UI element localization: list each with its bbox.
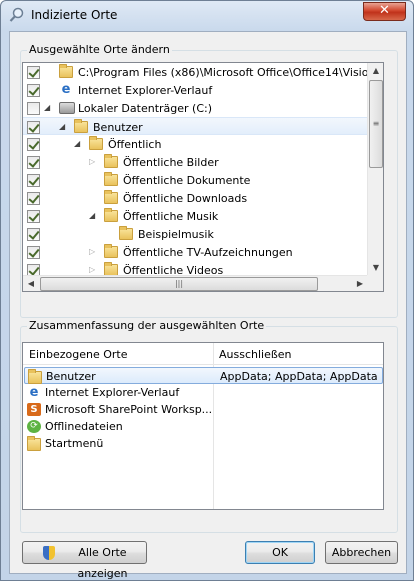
tree-row[interactable]: ▷ Öffentliche Bilder <box>23 153 368 171</box>
vertical-scroll-thumb[interactable]: ≡ <box>369 80 383 168</box>
included-location-name: Benutzer <box>46 370 96 383</box>
tree-row-label: Öffentlich <box>108 138 162 151</box>
folder-icon <box>104 208 118 222</box>
sharepoint-icon: S <box>27 403 41 416</box>
tree-row-label: Öffentliche Dokumente <box>123 174 251 187</box>
search-icon <box>9 7 24 22</box>
tree-row[interactable]: C:\Program Files (x86)\Microsoft Office\… <box>23 63 368 81</box>
column-header-included[interactable]: Einbezogene Orte <box>29 348 127 361</box>
folder-icon <box>104 154 118 168</box>
tree-row[interactable]: ◢ Lokaler Datenträger (C:) <box>23 99 368 117</box>
checkbox[interactable] <box>27 210 40 223</box>
tree-row-label: Öffentliche Musik <box>123 210 219 223</box>
tree-row-label: C:\Program Files (x86)\Microsoft Office\… <box>78 66 368 79</box>
collapse-arrow-icon[interactable]: ◢ <box>89 210 99 222</box>
expand-arrow-icon[interactable]: ▷ <box>89 246 99 258</box>
list-item[interactable]: ⟳ Offlinedateien <box>24 418 383 435</box>
group-legend: Ausgewählte Orte ändern <box>27 43 172 56</box>
vertical-scrollbar[interactable]: ▲ ≡ ▼ <box>367 63 383 276</box>
collapse-arrow-icon[interactable]: ◢ <box>44 102 54 114</box>
indexed-locations-window: Indizierte Orte ✕ Ausgewählte Orte änder… <box>0 0 414 581</box>
tree-row-label: Beispielmusik <box>138 228 214 241</box>
show-all-locations-button[interactable]: Alle Orte anzeigen <box>22 541 147 580</box>
folder-icon <box>28 369 42 384</box>
list-item[interactable]: Benutzer AppData; AppData; AppData <box>24 367 383 384</box>
checkbox[interactable] <box>27 84 40 97</box>
tree-rows: C:\Program Files (x86)\Microsoft Office\… <box>23 63 368 276</box>
folder-icon <box>59 64 73 78</box>
included-location-name: Offlinedateien <box>45 420 123 433</box>
checkbox[interactable] <box>27 156 40 169</box>
tree-row-label: Öffentliche Bilder <box>123 156 219 169</box>
checkbox[interactable] <box>27 121 40 134</box>
included-location-name: Internet Explorer-Verlauf <box>45 386 180 399</box>
scrollbar-corner <box>367 275 383 291</box>
folder-icon <box>27 436 41 451</box>
tree-row[interactable]: ▷ Öffentliche TV-Aufzeichnungen <box>23 243 368 261</box>
checkbox[interactable] <box>27 246 40 259</box>
checkbox[interactable] <box>27 174 40 187</box>
list-item[interactable]: S Microsoft SharePoint Worksp... <box>24 401 383 418</box>
drive-icon <box>59 102 75 114</box>
title-bar[interactable]: Indizierte Orte ✕ <box>1 1 413 31</box>
checkbox[interactable] <box>27 228 40 241</box>
folder-icon <box>89 136 103 150</box>
locations-tree[interactable]: C:\Program Files (x86)\Microsoft Office\… <box>22 62 384 292</box>
group-legend: Zusammenfassung der ausgewählten Orte <box>27 319 267 332</box>
checkbox[interactable] <box>27 66 40 79</box>
uac-shield-icon <box>43 546 55 560</box>
expand-arrow-icon[interactable]: ▷ <box>89 156 99 168</box>
offline-files-icon: ⟳ <box>27 420 41 433</box>
dialog-client-area: Ausgewählte Orte ändern C:\Program Files… <box>9 31 407 580</box>
list-item[interactable]: e Internet Explorer-Verlauf <box>24 384 383 401</box>
tree-row[interactable]: ◢ Benutzer <box>23 117 368 135</box>
cancel-button[interactable]: Abbrechen <box>325 541 398 564</box>
column-header-excluded[interactable]: Ausschließen <box>219 348 292 361</box>
scroll-left-arrow-icon[interactable]: ◀ <box>23 276 39 292</box>
show-all-label: Alle Orte anzeigen <box>77 546 128 580</box>
excluded-locations: AppData; AppData; AppData <box>220 370 378 383</box>
checkbox[interactable] <box>27 102 40 115</box>
scroll-down-arrow-icon[interactable]: ▼ <box>368 260 384 276</box>
tree-row[interactable]: ▷ Öffentliche Videos <box>23 261 368 276</box>
folder-icon <box>104 190 118 204</box>
collapse-arrow-icon[interactable]: ◢ <box>59 121 69 133</box>
tree-row[interactable]: Öffentliche Dokumente <box>23 171 368 189</box>
tree-row[interactable]: ◢ Öffentliche Musik <box>23 207 368 225</box>
tree-row[interactable]: ◢ Öffentlich <box>23 135 368 153</box>
tree-row[interactable]: Beispielmusik <box>23 225 368 243</box>
collapse-arrow-icon[interactable]: ◢ <box>74 138 84 150</box>
tree-row[interactable]: Öffentliche Downloads <box>23 189 368 207</box>
tree-row-label: Internet Explorer-Verlauf <box>78 84 213 97</box>
folder-icon <box>74 119 88 133</box>
tree-row[interactable]: e Internet Explorer-Verlauf <box>23 81 368 99</box>
summary-list[interactable]: Einbezogene Orte Ausschließen Benutzer Ap… <box>22 342 384 510</box>
tree-row-label: Öffentliche TV-Aufzeichnungen <box>123 246 293 259</box>
tree-row-label: Lokaler Datenträger (C:) <box>78 102 213 115</box>
tree-row-label: Benutzer <box>93 121 143 134</box>
scroll-up-arrow-icon[interactable]: ▲ <box>368 63 384 79</box>
folder-icon <box>119 226 133 240</box>
folder-icon <box>104 172 118 186</box>
horizontal-scrollbar[interactable]: ◀ ||| ▶ <box>23 275 368 291</box>
ok-button[interactable]: OK <box>245 541 315 564</box>
window-title: Indizierte Orte <box>31 8 118 22</box>
checkbox[interactable] <box>27 138 40 151</box>
internet-explorer-icon: e <box>29 385 39 400</box>
list-header: Einbezogene Orte Ausschließen <box>23 343 383 365</box>
close-button[interactable]: ✕ <box>363 2 406 21</box>
internet-explorer-icon: e <box>61 82 71 97</box>
list-item[interactable]: Startmenü <box>24 435 383 452</box>
included-location-name: Microsoft SharePoint Worksp... <box>45 403 213 416</box>
checkbox[interactable] <box>27 192 40 205</box>
scroll-right-arrow-icon[interactable]: ▶ <box>352 276 368 292</box>
included-location-name: Startmenü <box>45 437 104 450</box>
horizontal-scroll-thumb[interactable]: ||| <box>40 277 318 291</box>
tree-row-label: Öffentliche Downloads <box>123 192 248 205</box>
folder-icon <box>104 244 118 258</box>
